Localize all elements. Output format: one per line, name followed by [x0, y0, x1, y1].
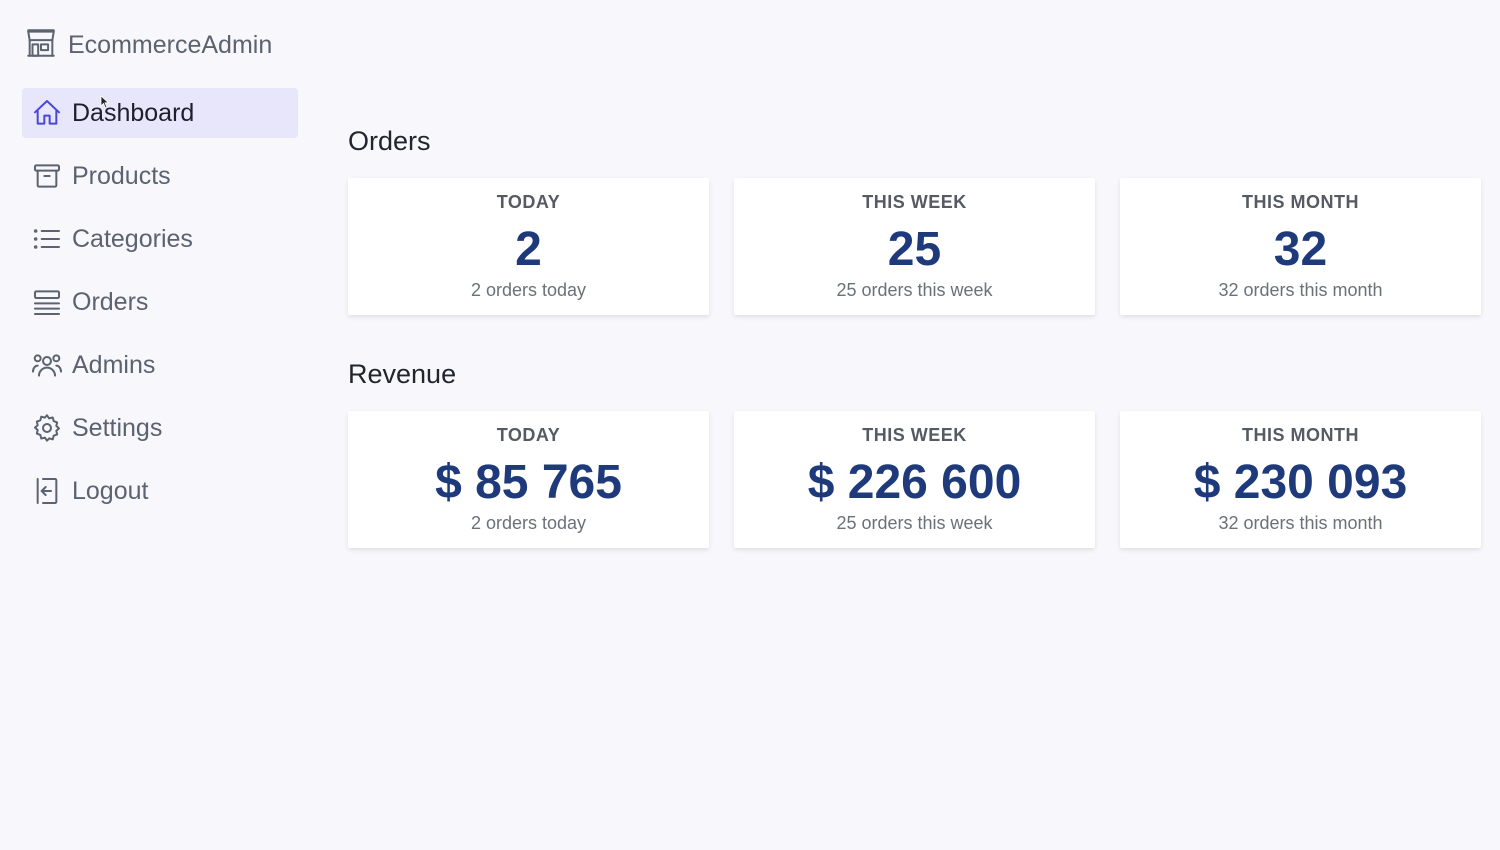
- orders-today-card: TODAY 2 2 orders today: [348, 178, 709, 315]
- orders-section-title: Orders: [348, 126, 431, 156]
- home-icon: [30, 96, 64, 130]
- users-icon: [30, 348, 64, 382]
- revenue-month-card: THIS MONTH $ 230 093 32 orders this mont…: [1120, 411, 1481, 548]
- sidebar-item-admins[interactable]: Admins: [22, 340, 298, 390]
- sidebar: EcommerceAdmin Dashboard Products Catego…: [0, 0, 320, 850]
- card-label: TODAY: [496, 192, 561, 212]
- queue-list-icon: [30, 285, 64, 319]
- card-value: 2: [515, 223, 542, 276]
- sidebar-item-categories[interactable]: Categories: [22, 214, 298, 264]
- card-label: THIS WEEK: [862, 425, 967, 445]
- card-subtitle: 32 orders this month: [1218, 280, 1383, 300]
- sidebar-item-label: Logout: [72, 476, 149, 505]
- card-subtitle: 25 orders this week: [836, 280, 993, 300]
- card-subtitle: 25 orders this week: [836, 513, 993, 533]
- card-value: $ 85 765: [435, 456, 622, 509]
- card-value: $ 230 093: [1193, 456, 1408, 509]
- revenue-week-card: THIS WEEK $ 226 600 25 orders this week: [734, 411, 1095, 548]
- card-subtitle: 2 orders today: [470, 280, 587, 300]
- brand-name: EcommerceAdmin: [68, 31, 273, 59]
- gear-icon: [30, 411, 64, 445]
- card-label: THIS MONTH: [1242, 425, 1359, 445]
- orders-cards: TODAY 2 2 orders today THIS WEEK 25 25 o…: [348, 178, 1482, 315]
- sidebar-item-products[interactable]: Products: [22, 151, 298, 201]
- list-icon: [30, 222, 64, 256]
- revenue-section-title: Revenue: [348, 359, 457, 389]
- sidebar-item-label: Categories: [72, 224, 193, 253]
- logout-icon: [30, 474, 64, 508]
- card-subtitle: 32 orders this month: [1218, 513, 1383, 533]
- sidebar-item-label: Admins: [72, 350, 156, 379]
- orders-week-card: THIS WEEK 25 25 orders this week: [734, 178, 1095, 315]
- sidebar-item-orders[interactable]: Orders: [22, 277, 298, 327]
- store-icon: [24, 26, 58, 65]
- card-label: THIS WEEK: [862, 192, 967, 212]
- brand[interactable]: EcommerceAdmin: [24, 26, 272, 65]
- card-value: $ 226 600: [807, 456, 1022, 509]
- revenue-cards: TODAY $ 85 765 2 orders today THIS WEEK …: [348, 411, 1482, 548]
- sidebar-item-label: Orders: [72, 287, 149, 316]
- card-label: THIS MONTH: [1242, 192, 1359, 212]
- sidebar-item-dashboard[interactable]: Dashboard: [22, 88, 298, 138]
- sidebar-item-label: Settings: [72, 413, 163, 442]
- sidebar-item-settings[interactable]: Settings: [22, 403, 298, 453]
- sidebar-item-logout[interactable]: Logout: [22, 466, 298, 516]
- archive-box-icon: [30, 159, 64, 193]
- card-value: 32: [1273, 223, 1328, 276]
- card-subtitle: 2 orders today: [470, 513, 587, 533]
- sidebar-item-label: Dashboard: [72, 98, 195, 127]
- card-label: TODAY: [496, 425, 561, 445]
- orders-month-card: THIS MONTH 32 32 orders this month: [1120, 178, 1481, 315]
- card-value: 25: [887, 223, 942, 276]
- sidebar-nav: Dashboard Products Categories Orders Adm…: [22, 88, 298, 529]
- sidebar-item-label: Products: [72, 161, 171, 190]
- revenue-today-card: TODAY $ 85 765 2 orders today: [348, 411, 709, 548]
